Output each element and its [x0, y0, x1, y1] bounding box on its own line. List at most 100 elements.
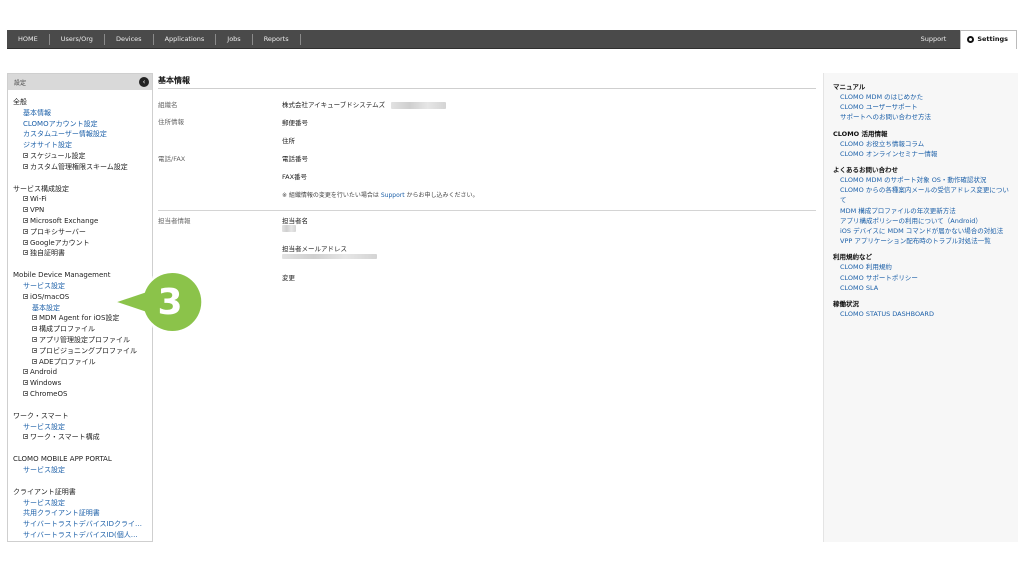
sidebar-link[interactable]: サービス設定	[13, 498, 145, 509]
sidebar-tree-item[interactable]: ワーク・スマート構成	[13, 432, 152, 443]
help-link[interactable]: アプリ構成ポリシーの利用について（Android）	[833, 216, 1011, 226]
org-name-label: 組織名	[158, 101, 178, 109]
expand-icon[interactable]	[23, 196, 28, 202]
sidebar-tree-label: Googleアカウント	[30, 238, 90, 247]
sidebar-tree-label: カスタム管理権限スキーム設定	[30, 162, 128, 171]
sidebar-link[interactable]: サイバートラストデバイスIDクライ…	[13, 519, 145, 530]
sidebar-link[interactable]: 基本情報	[13, 108, 145, 119]
help-link[interactable]: CLOMO サポートポリシー	[833, 273, 1011, 283]
org-name-value: 株式会社アイキューブドシステムズ	[282, 99, 447, 109]
sidebar-tree-item[interactable]: プロビジョニングプロファイル	[13, 346, 152, 357]
main-content: 基本情報 組織名 株式会社アイキューブドシステムズ 住所情報 郵便番号 住所 電…	[158, 73, 818, 282]
sidebar-link[interactable]: 共用クライアント証明書	[13, 508, 145, 519]
help-link[interactable]: MDM 構成プロファイルの年次更新方法	[833, 206, 1011, 216]
sidebar-section-title: サービス構成設定	[13, 184, 69, 193]
help-link[interactable]: iOS デバイスに MDM コマンドが届かない場合の対処法	[833, 226, 1011, 236]
sidebar-link[interactable]: サイバートラストデバイスID(個人…	[13, 530, 145, 541]
help-link[interactable]: CLOMO SLA	[833, 283, 1011, 293]
expand-icon[interactable]	[32, 326, 37, 332]
expand-icon[interactable]	[32, 336, 37, 342]
sidebar-tree-label: MDM Agent for iOS設定	[39, 314, 120, 323]
sidebar-section-title: 全般	[13, 98, 27, 106]
redacted-text	[282, 224, 296, 232]
sidebar-tree-label: Windows	[30, 379, 62, 388]
sidebar-tree-item[interactable]: Windows	[13, 378, 152, 389]
sidebar-tree-item[interactable]: ChromeOS	[13, 389, 152, 400]
expand-icon[interactable]	[23, 217, 28, 223]
help-link[interactable]: CLOMO ユーザーサポート	[833, 102, 1011, 112]
help-link[interactable]: サポートへのお問い合わせ方法	[833, 112, 1011, 122]
sidebar-tree-item[interactable]: スケジュール設定	[13, 151, 152, 162]
help-panel: マニュアル CLOMO MDM のはじめかた CLOMO ユーザーサポート サポートへ…	[823, 73, 1018, 542]
expand-icon[interactable]	[23, 434, 28, 440]
nav-settings-tab[interactable]: Settings	[960, 29, 1017, 49]
nav-jobs[interactable]: Jobs	[216, 33, 253, 45]
sidebar-link[interactable]: CLOMOアカウント設定	[13, 119, 145, 130]
nav-home[interactable]: HOME	[7, 33, 50, 45]
gear-icon	[967, 36, 975, 43]
expand-icon[interactable]	[23, 369, 28, 375]
expand-icon[interactable]	[32, 347, 37, 353]
sidebar-tree-item[interactable]: プロキシサーバー	[13, 227, 152, 238]
redacted-text	[391, 101, 447, 109]
sidebar-tree-item[interactable]: Wi-Fi	[13, 194, 152, 205]
sidebar-section-title: クライアント証明書	[13, 487, 76, 496]
help-link[interactable]: CLOMO STATUS DASHBOARD	[833, 309, 1011, 319]
sidebar-link[interactable]: ジオサイト設定	[13, 140, 145, 151]
sidebar-tree-item[interactable]: 独自証明書	[13, 248, 152, 259]
expand-icon[interactable]	[23, 152, 28, 158]
sidebar-tree-item[interactable]: VPN	[13, 205, 152, 216]
sidebar-tree-label: プロキシサーバー	[30, 227, 86, 236]
redacted-text	[282, 253, 377, 259]
nav-applications[interactable]: Applications	[154, 33, 217, 45]
collapse-sidebar-icon[interactable]: ‹	[139, 77, 149, 87]
change-link[interactable]: 変更	[282, 272, 295, 282]
nav-users-org[interactable]: Users/Org	[50, 33, 105, 45]
expand-icon[interactable]	[32, 315, 37, 321]
sidebar-tree-item[interactable]: Microsoft Exchange	[13, 216, 152, 227]
contact-info-label: 担当者情報	[158, 217, 191, 225]
expand-icon[interactable]	[23, 163, 28, 169]
nav-reports[interactable]: Reports	[253, 33, 301, 45]
sidebar-link[interactable]: サービス設定	[13, 422, 145, 433]
sidebar-tree-item[interactable]: Googleアカウント	[13, 238, 152, 249]
help-link[interactable]: VPP アプリケーション配布時のトラブル対処法一覧	[833, 236, 1011, 246]
address-label: 住所情報	[158, 118, 184, 126]
help-link[interactable]: CLOMO 利用規約	[833, 262, 1011, 272]
sidebar-tree-label: ワーク・スマート構成	[30, 433, 100, 442]
sidebar-section-title: ワーク・スマート	[13, 411, 69, 420]
expand-icon[interactable]	[23, 390, 28, 396]
sidebar-title: 設定	[14, 79, 27, 87]
sidebar-tree-item[interactable]: ADEプロファイル	[13, 357, 152, 368]
expand-icon[interactable]	[32, 358, 37, 364]
sidebar-tree-item[interactable]: カスタム管理権限スキーム設定	[13, 162, 152, 173]
nav-devices[interactable]: Devices	[105, 33, 154, 45]
support-link[interactable]: Support	[381, 192, 405, 199]
sidebar-tree-label: Microsoft Exchange	[30, 216, 99, 225]
expand-icon[interactable]	[23, 380, 28, 386]
sidebar-tree-item[interactable]: Android	[13, 367, 152, 378]
sidebar-section-title: CLOMO MOBILE APP PORTAL	[13, 455, 112, 464]
sidebar-link[interactable]: サイバートラストデバイスID G3is…	[13, 541, 145, 542]
sidebar-tree-item[interactable]: アプリ管理設定プロファイル	[13, 335, 152, 346]
help-link[interactable]: CLOMO お役立ち情報コラム	[833, 139, 1011, 149]
sidebar-link[interactable]: サービス設定	[13, 465, 145, 476]
sidebar-link[interactable]: カスタムユーザー情報設定	[13, 129, 145, 140]
help-link[interactable]: CLOMO オンラインセミナー情報	[833, 149, 1011, 159]
phone-fax-label: 電話/FAX	[158, 155, 186, 163]
expand-icon[interactable]	[23, 207, 28, 213]
help-link[interactable]: CLOMO MDM のはじめかた	[833, 92, 1011, 102]
help-section-title: 利用規約など	[833, 253, 872, 262]
nav-support[interactable]: Support	[907, 35, 961, 43]
change-request-notice: ※ 組織情報の変更を行いたい場合は Support からお申し込みください。	[282, 190, 478, 199]
help-link[interactable]: CLOMO からの各種案内メールの受信アドレス変更について	[833, 185, 1011, 205]
notice-text-suffix: からお申し込みください。	[404, 192, 479, 199]
sidebar-tree-label: iOS/macOS	[30, 292, 70, 301]
expand-icon[interactable]	[23, 228, 28, 234]
help-link[interactable]: CLOMO MDM のサポート対象 OS・動作確認状況	[833, 175, 1011, 185]
expand-icon[interactable]	[23, 239, 28, 245]
phone-number-label: 電話番号	[282, 155, 308, 163]
nav-settings-label: Settings	[977, 35, 1008, 43]
expand-icon[interactable]	[23, 250, 28, 256]
expand-icon[interactable]	[23, 293, 28, 299]
